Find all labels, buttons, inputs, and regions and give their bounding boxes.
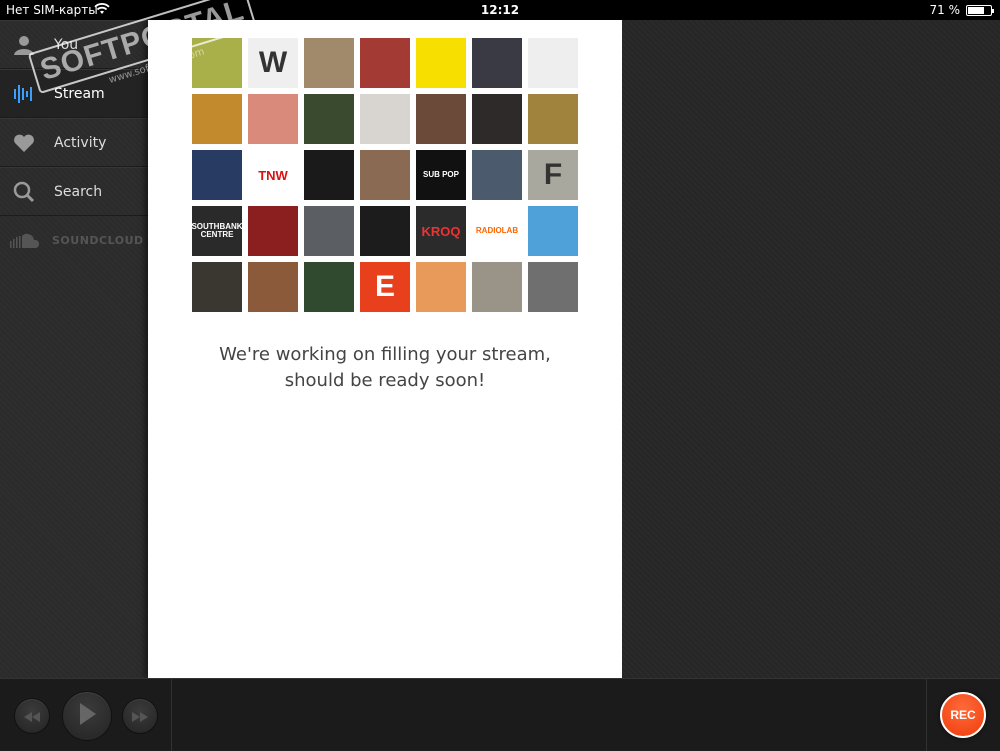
artist-tile[interactable]: TNW	[248, 150, 298, 200]
sidebar-item-search[interactable]: Search	[0, 167, 148, 216]
artist-tile-label: KROQ	[421, 223, 461, 239]
artist-tile[interactable]	[472, 38, 522, 88]
artist-tile[interactable]	[528, 262, 578, 312]
sidebar: You Stream Activity Search SOUNDCLOUD	[0, 20, 148, 678]
artist-tile[interactable]	[192, 38, 242, 88]
artist-tile[interactable]	[416, 38, 466, 88]
artist-tile[interactable]	[472, 94, 522, 144]
artist-tile[interactable]	[304, 262, 354, 312]
stream-panel: W TNW SUB POP F SOUTHBANK CENTRE KROQ RADIOLAB…	[148, 20, 622, 678]
player-bar: REC	[0, 678, 1000, 751]
artist-tile-label: RADIOLAB	[475, 226, 519, 235]
artist-tile-label: SUB POP	[422, 170, 459, 179]
artist-tile[interactable]	[248, 206, 298, 256]
artist-tile[interactable]	[304, 150, 354, 200]
artist-tile[interactable]	[360, 94, 410, 144]
artist-tile[interactable]	[192, 94, 242, 144]
sidebar-item-label: Stream	[54, 85, 105, 102]
user-icon	[12, 33, 36, 57]
artist-tile[interactable]	[472, 150, 522, 200]
sidebar-item-label: Activity	[54, 134, 107, 151]
artist-tile-label: F	[543, 158, 563, 191]
artist-tile[interactable]	[304, 206, 354, 256]
battery-indicator: 71 %	[929, 3, 994, 17]
artist-tile[interactable]	[192, 262, 242, 312]
artist-tile[interactable]	[360, 150, 410, 200]
battery-percent: 71 %	[929, 3, 961, 17]
record-button[interactable]: REC	[940, 692, 986, 738]
detail-area	[622, 20, 1000, 678]
record-zone: REC	[926, 679, 1000, 751]
artist-tile[interactable]: F	[528, 150, 578, 200]
artist-tile[interactable]	[528, 38, 578, 88]
stream-empty-message: We're working on filling your stream, sh…	[148, 342, 622, 394]
search-icon	[12, 180, 36, 204]
artist-tile-label: E	[374, 270, 395, 303]
soundcloud-logo-icon	[10, 233, 40, 249]
heart-icon	[12, 131, 36, 155]
artist-tile[interactable]	[416, 94, 466, 144]
play-icon	[78, 703, 96, 729]
artist-tile[interactable]	[416, 262, 466, 312]
artist-tile-label: W	[258, 46, 288, 79]
next-button[interactable]	[122, 698, 158, 734]
artist-tile[interactable]: W	[248, 38, 298, 88]
artist-tile[interactable]	[360, 38, 410, 88]
clock: 12:12	[480, 3, 520, 17]
artist-tile[interactable]	[304, 38, 354, 88]
artist-tile[interactable]	[472, 262, 522, 312]
soundcloud-brand: SOUNDCLOUD	[0, 216, 148, 265]
artist-tile-label: TNW	[258, 167, 288, 183]
sidebar-item-stream[interactable]: Stream	[0, 69, 148, 118]
artist-tile[interactable]	[360, 206, 410, 256]
sidebar-item-you[interactable]: You	[0, 20, 148, 69]
previous-button[interactable]	[14, 698, 50, 734]
message-line-1: We're working on filling your stream,	[219, 344, 551, 365]
next-track-icon	[132, 707, 148, 726]
artist-tile[interactable]: SOUTHBANK CENTRE	[192, 206, 242, 256]
message-line-2: should be ready soon!	[284, 370, 486, 391]
battery-icon	[966, 4, 994, 16]
artist-tile[interactable]: E	[360, 262, 410, 312]
artist-tile[interactable]	[248, 262, 298, 312]
artist-tile[interactable]: SUB POP	[416, 150, 466, 200]
artist-tile[interactable]	[528, 94, 578, 144]
sidebar-item-label: Search	[54, 183, 103, 200]
battery-fill	[968, 6, 984, 14]
artist-tile[interactable]	[248, 94, 298, 144]
brand-label: SOUNDCLOUD	[52, 234, 144, 247]
sidebar-item-activity[interactable]: Activity	[0, 118, 148, 167]
artist-tile[interactable]	[192, 150, 242, 200]
previous-track-icon	[24, 707, 40, 726]
artist-tile[interactable]	[528, 206, 578, 256]
artist-tile-label: SOUTHBANK CENTRE	[192, 222, 242, 239]
player-controls	[0, 679, 172, 751]
play-button[interactable]	[62, 691, 112, 741]
status-bar: Нет SIM-карты 12:12 71 %	[0, 0, 1000, 20]
artist-grid: W TNW SUB POP F SOUTHBANK CENTRE KROQ RADIOLAB…	[192, 38, 578, 312]
waveform-icon	[12, 82, 36, 106]
artist-tile[interactable]: KROQ	[416, 206, 466, 256]
artist-tile[interactable]: RADIOLAB	[472, 206, 522, 256]
artist-tile[interactable]	[304, 94, 354, 144]
sidebar-item-label: You	[54, 36, 79, 53]
